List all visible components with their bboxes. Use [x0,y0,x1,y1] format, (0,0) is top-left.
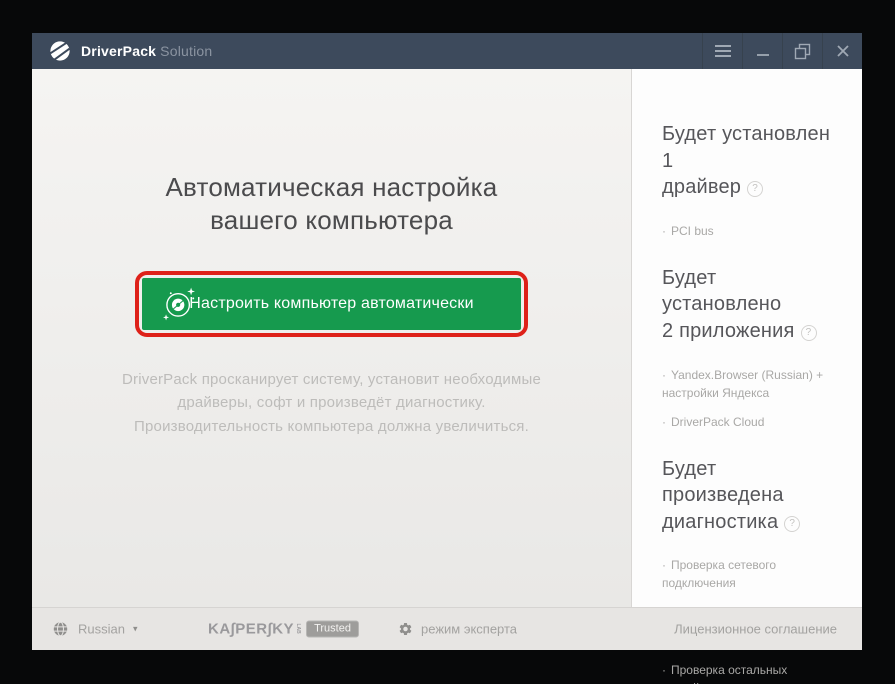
auto-setup-button[interactable]: Настроить компьютер автоматически [142,278,521,331]
help-icon[interactable]: ? [800,324,817,341]
globe-icon [53,621,68,637]
list-item: Проверка остальных устройств [662,661,836,684]
kaspersky-lab-label: LAB [295,623,302,635]
driverpack-window: DriverPack Solution Автоматическая настр… [32,33,862,684]
window-title-brand: DriverPack [81,43,157,59]
kaspersky-trusted-badge: KA∫PER∫KY LAB Trusted [208,620,359,638]
window-controls [702,33,862,69]
titlebar: DriverPack Solution [32,33,862,69]
help-icon[interactable]: ? [747,181,764,198]
restore-button[interactable] [782,33,822,69]
trusted-badge: Trusted [306,620,359,638]
apps-section: Будет установлено 2 приложения? Yandex.B… [662,265,836,431]
window-title: DriverPack Solution [81,43,212,59]
drivers-list: PCI bus [662,222,836,240]
window-title-suffix: Solution [160,43,213,59]
list-item: DriverPack Cloud [662,413,836,431]
chevron-down-icon: ▾ [132,623,138,634]
close-button[interactable] [822,33,862,69]
list-item: Проверка сетевого подключения [662,556,836,592]
drivers-heading-text: Будет установлен 1 драйвер [662,123,831,199]
minimize-icon [756,54,769,56]
expert-mode-label: режим эксперта [421,621,518,637]
license-agreement-link[interactable]: Лицензионное соглашение [674,622,837,637]
main-panel: Автоматическая настройка вашего компьюте… [32,69,631,607]
description-text: DriverPack просканирует систему, установ… [121,371,541,435]
driverpack-logo-icon [49,41,71,61]
restore-icon [794,43,811,59]
apps-section-heading: Будет установлено 2 приложения? [662,265,836,345]
red-highlight-annotation: Настроить компьютер автоматически [135,271,528,338]
license-agreement-label: Лицензионное соглашение [674,621,837,637]
summary-sidebar: Будет установлен 1 драйвер? PCI bus Буде… [631,69,862,684]
minimize-button[interactable] [742,33,782,69]
gear-icon [399,623,412,635]
kaspersky-logo: KA∫PER∫KY [208,620,295,638]
expert-mode-toggle[interactable]: режим эксперта [398,622,517,637]
diagnostics-heading-text: Будет произведена диагностика [662,457,784,533]
drivers-section: Будет установлен 1 драйвер? PCI bus [662,121,836,240]
help-icon[interactable]: ? [784,515,801,532]
apps-heading-text: Будет установлено 2 приложения [662,266,795,342]
apps-list: Yandex.Browser (Russian) + настройки Янд… [662,366,836,431]
window-body: Автоматическая настройка вашего компьюте… [32,69,862,684]
diagnostics-section-heading: Будет произведена диагностика? [662,456,836,536]
hamburger-menu-icon [714,45,731,57]
disc-sparkle-icon [163,287,195,321]
menu-button[interactable] [702,33,742,69]
auto-setup-button-label: Настроить компьютер автоматически [189,295,474,313]
list-item: PCI bus [662,222,836,240]
list-item: Yandex.Browser (Russian) + настройки Янд… [662,366,836,402]
footer-bar: Russian ▾ KA∫PER∫KY LAB Trusted режим эк… [32,607,862,650]
close-icon [836,45,849,57]
page-title: Автоматическая настройка вашего компьюте… [165,172,498,236]
drivers-section-heading: Будет установлен 1 драйвер? [662,121,836,201]
language-selector[interactable]: Russian ▾ [52,621,138,638]
language-label: Russian [78,621,125,637]
